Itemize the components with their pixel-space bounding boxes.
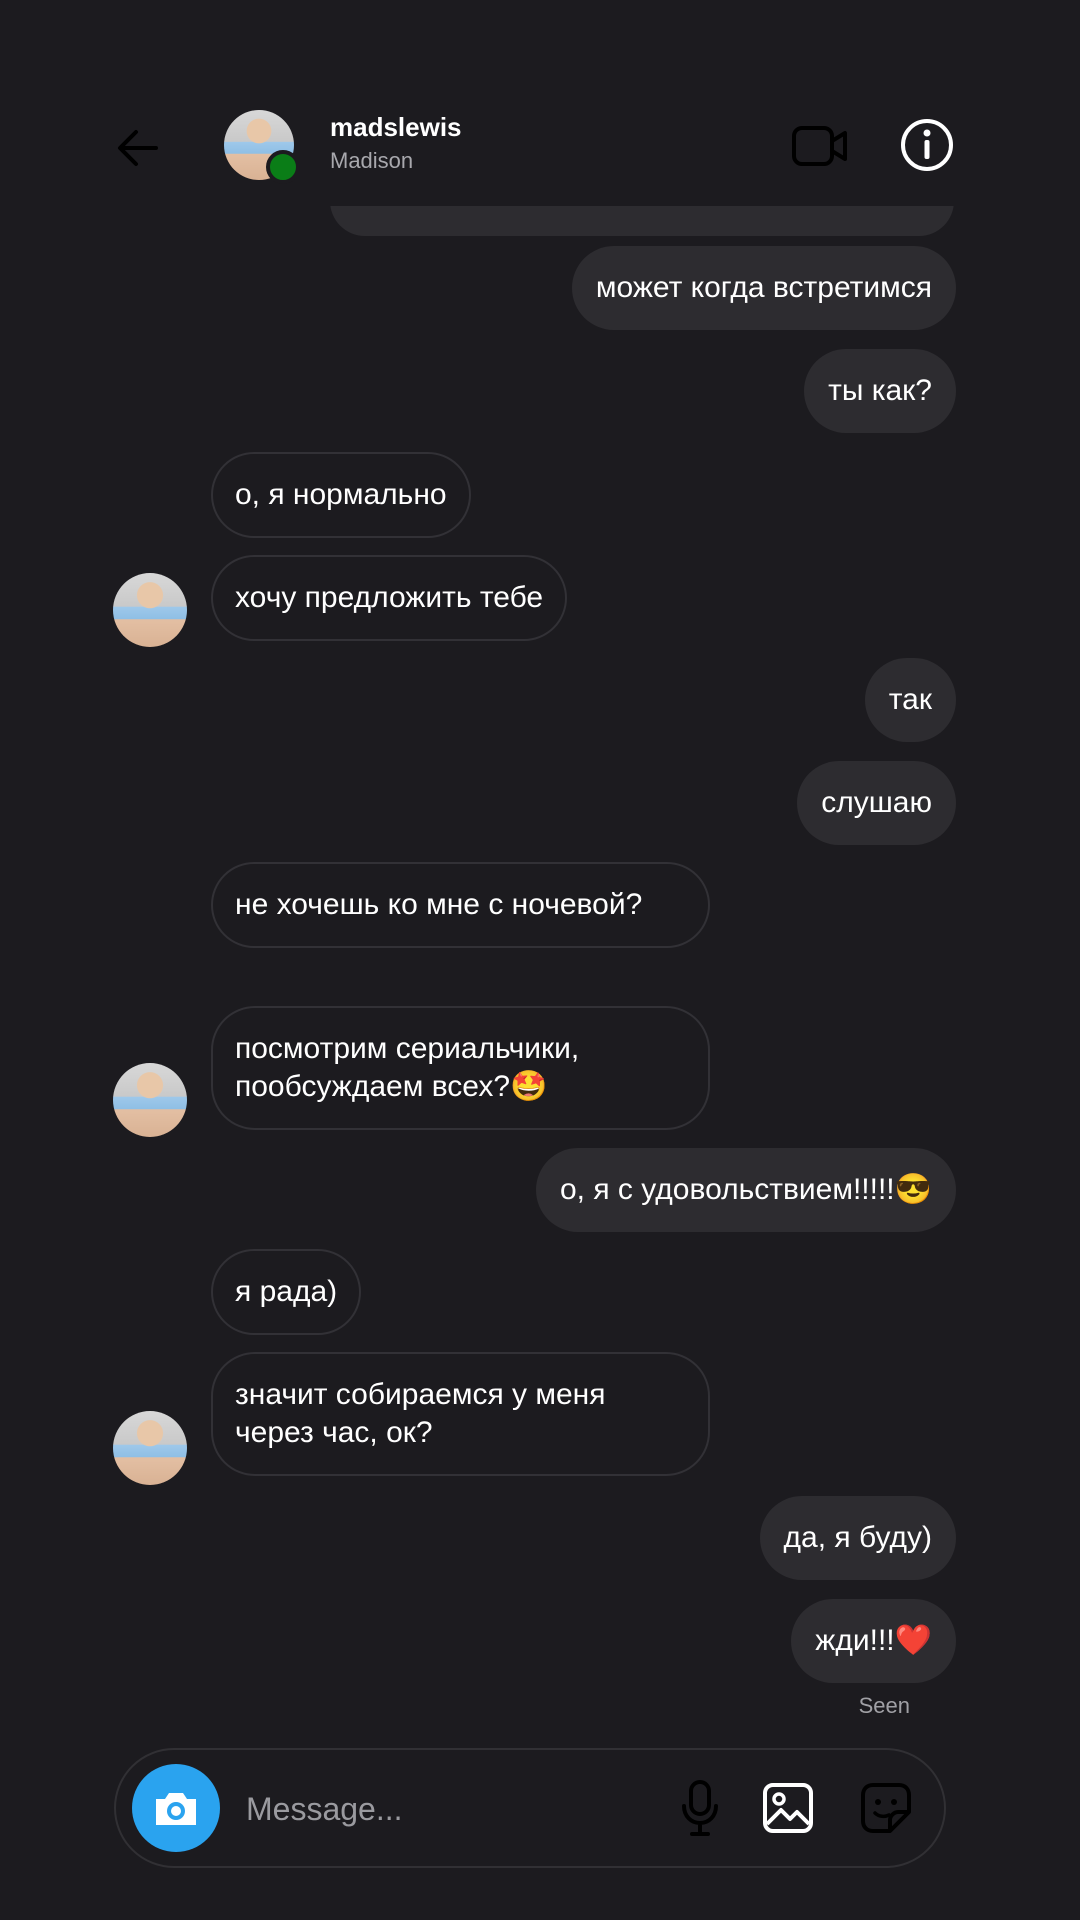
avatar-image — [113, 1063, 187, 1137]
message-thread[interactable]: может когда встретимся ты как? о, я норм… — [0, 166, 1080, 1718]
message-bubble-sent[interactable]: о, я с удовольствием!!!!!😎 — [536, 1148, 956, 1232]
sender-avatar[interactable] — [113, 1063, 187, 1137]
message-composer — [114, 1748, 946, 1868]
message-text: значит собираемся у меня через час, ок? — [235, 1378, 606, 1449]
message-text: о, я нормально — [235, 478, 447, 511]
contact-username[interactable]: madslewis — [330, 112, 462, 143]
message-bubble-received[interactable]: я рада) — [211, 1249, 362, 1335]
message-text: так — [888, 683, 932, 716]
message-text: да, я буду) — [783, 1521, 932, 1554]
message-bubble-sent[interactable]: да, я буду) — [759, 1496, 956, 1580]
seen-indicator: Seen — [858, 1693, 910, 1718]
sender-avatar[interactable] — [113, 1411, 187, 1485]
contact-display-name[interactable]: Madison — [330, 148, 413, 174]
contact-avatar[interactable] — [224, 110, 300, 184]
avatar-image — [113, 1411, 187, 1485]
chat-header: madslewis Madison — [0, 88, 1080, 206]
info-button[interactable] — [896, 114, 958, 176]
message-bubble-sent[interactable]: так — [864, 658, 956, 742]
avatar-image — [113, 573, 187, 647]
back-arrow-icon — [118, 130, 158, 166]
message-text: о, я с удовольствием!!!!!😎 — [560, 1173, 932, 1206]
message-text: ты как? — [828, 374, 932, 407]
online-status-dot — [266, 150, 300, 184]
message-text: слушаю — [821, 786, 932, 819]
camera-button[interactable] — [132, 1764, 220, 1852]
message-text: я рада) — [235, 1275, 338, 1308]
gallery-icon — [763, 1783, 813, 1833]
info-icon — [901, 119, 953, 171]
message-bubble-received[interactable]: значит собираемся у меня через час, ок? — [211, 1352, 710, 1476]
message-bubble-sent[interactable]: ты как? — [804, 349, 956, 433]
sticker-button[interactable] — [854, 1776, 918, 1840]
status-area — [0, 0, 1080, 89]
message-text: хочу предложить тебе — [235, 581, 544, 614]
message-text: посмотрим сериальчики, пообсуждаем всех?… — [235, 1032, 580, 1103]
back-button[interactable] — [108, 118, 168, 178]
message-bubble-received[interactable]: посмотрим сериальчики, пообсуждаем всех?… — [211, 1006, 710, 1130]
message-bubble-received[interactable]: не хочешь ко мне с ночевой? — [211, 862, 710, 948]
message-bubble-sent[interactable]: слушаю — [797, 761, 956, 845]
message-input[interactable] — [244, 1780, 628, 1838]
message-bubble-sent[interactable]: жди!!!❤️ — [791, 1599, 956, 1683]
sticker-icon — [861, 1783, 911, 1833]
message-text: может когда встретимся — [595, 271, 932, 304]
video-call-button[interactable] — [790, 118, 850, 174]
gallery-button[interactable] — [756, 1776, 820, 1840]
message-bubble-received[interactable]: хочу предложить тебе — [211, 555, 568, 641]
voice-message-button[interactable] — [668, 1776, 732, 1840]
microphone-icon — [682, 1780, 718, 1836]
message-bubble-received[interactable]: о, я нормально — [211, 452, 471, 538]
message-text: не хочешь ко мне с ночевой? — [235, 888, 643, 921]
message-bubble-sent[interactable]: может когда встретимся — [571, 246, 956, 330]
message-text: жди!!!❤️ — [815, 1624, 932, 1657]
camera-icon — [156, 1793, 196, 1825]
video-call-icon — [792, 126, 847, 166]
sender-avatar[interactable] — [113, 573, 187, 647]
